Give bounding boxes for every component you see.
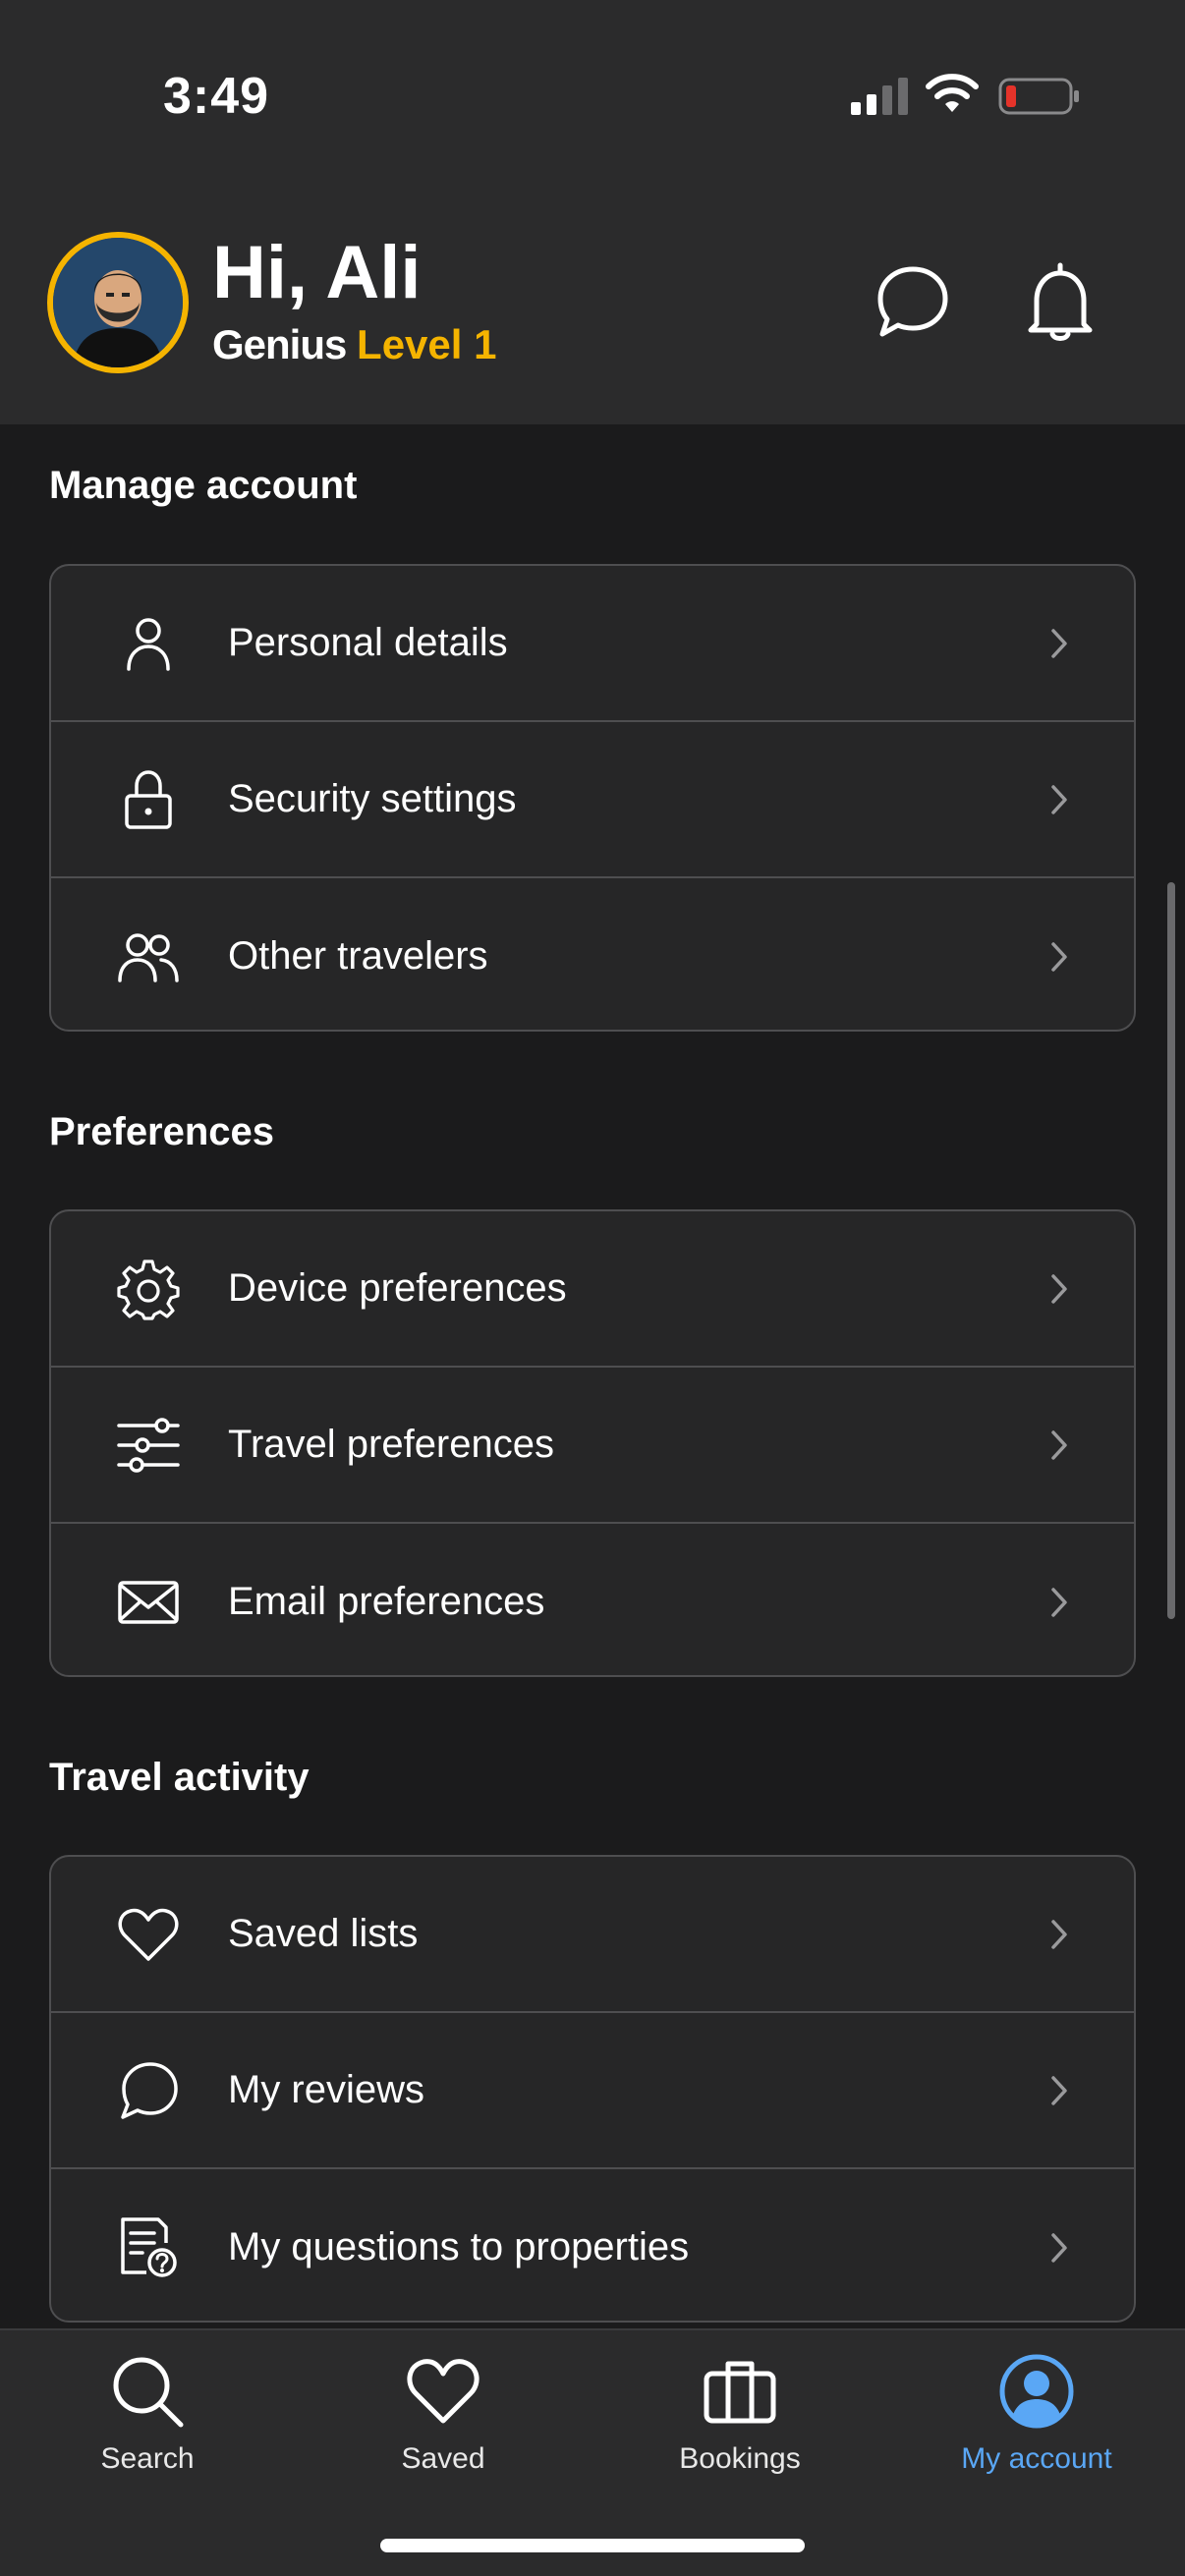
battery-icon — [998, 78, 1079, 115]
heart-icon — [118, 1908, 179, 1961]
chevron-right-icon — [1051, 1919, 1067, 1949]
briefcase-icon — [704, 2361, 776, 2424]
menu-item-my-reviews[interactable]: My reviews — [51, 2013, 1134, 2169]
home-indicator — [380, 2539, 805, 2552]
people-icon — [118, 932, 179, 982]
wifi-icon — [926, 74, 979, 112]
menu-item-label: Personal details — [228, 621, 508, 664]
menu-item-label: Other travelers — [228, 934, 488, 978]
avatar[interactable] — [47, 232, 189, 373]
menu-item-saved-lists[interactable]: Saved lists — [51, 1857, 1134, 2013]
scrollbar[interactable] — [1167, 882, 1175, 1619]
menu-item-label: Travel preferences — [228, 1423, 554, 1466]
tab-bookings[interactable]: Bookings — [592, 2352, 887, 2476]
tab-saved[interactable]: Saved — [296, 2352, 591, 2476]
tab-search[interactable]: Search — [0, 2352, 295, 2476]
person-icon — [127, 617, 170, 671]
travel-activity-card: Saved lists My reviews My questions to p… — [49, 1855, 1136, 2323]
manage-account-card: Personal details Security settings Other… — [49, 564, 1136, 1032]
menu-item-personal-details[interactable]: Personal details — [51, 566, 1134, 722]
status-time: 3:49 — [163, 68, 270, 125]
menu-item-device-preferences[interactable]: Device preferences — [51, 1211, 1134, 1368]
header: 3:49 Hi, Ali Genius Level 1 — [0, 0, 1185, 424]
question-document-icon — [121, 2216, 177, 2277]
chat-bubble-icon — [121, 2061, 178, 2119]
chevron-right-icon — [1051, 2232, 1067, 2263]
chevron-right-icon — [1051, 1587, 1067, 1617]
tab-label: Bookings — [679, 2442, 801, 2475]
search-icon — [113, 2357, 184, 2428]
chevron-right-icon — [1051, 784, 1067, 814]
section-title-manage-account: Manage account — [49, 464, 358, 507]
genius-label: Genius — [212, 321, 347, 367]
chevron-right-icon — [1051, 941, 1067, 972]
menu-item-other-travelers[interactable]: Other travelers — [51, 878, 1134, 1030]
account-icon — [999, 2354, 1074, 2429]
chevron-right-icon — [1051, 628, 1067, 658]
bell-icon — [1028, 262, 1093, 341]
chevron-right-icon — [1051, 1273, 1067, 1304]
tab-label: Saved — [401, 2442, 485, 2475]
chat-bubble-icon — [877, 266, 948, 337]
menu-item-security-settings[interactable]: Security settings — [51, 722, 1134, 878]
tab-label: My account — [961, 2442, 1112, 2475]
genius-level[interactable]: Genius Level 1 — [212, 320, 496, 369]
cellular-signal-icon — [851, 78, 908, 115]
chevron-right-icon — [1051, 1429, 1067, 1460]
menu-item-label: Security settings — [228, 777, 517, 820]
level-label: Level 1 — [357, 321, 497, 367]
section-title-travel-activity: Travel activity — [49, 1756, 310, 1799]
tab-label: Search — [100, 2442, 195, 2475]
menu-item-travel-preferences[interactable]: Travel preferences — [51, 1368, 1134, 1524]
section-title-preferences: Preferences — [49, 1110, 275, 1153]
gear-icon — [117, 1259, 180, 1320]
menu-item-label: Email preferences — [228, 1580, 545, 1623]
messages-button[interactable] — [869, 257, 957, 346]
envelope-icon — [118, 1580, 179, 1624]
avatar-image-icon — [53, 238, 183, 367]
greeting: Hi, Ali — [212, 231, 422, 314]
menu-item-label: Saved lists — [228, 1912, 419, 1955]
menu-item-email-preferences[interactable]: Email preferences — [51, 1524, 1134, 1675]
notifications-button[interactable] — [1016, 257, 1104, 346]
menu-item-label: My reviews — [228, 2068, 425, 2111]
tab-my-account[interactable]: My account — [889, 2352, 1184, 2476]
lock-icon — [125, 769, 172, 829]
heart-icon — [407, 2359, 480, 2424]
menu-item-label: My questions to properties — [228, 2225, 690, 2268]
chevron-right-icon — [1051, 2075, 1067, 2105]
menu-item-my-questions[interactable]: My questions to properties — [51, 2169, 1134, 2321]
sliders-icon — [117, 1417, 180, 1473]
preferences-card: Device preferences Travel preferences Em… — [49, 1209, 1136, 1677]
menu-item-label: Device preferences — [228, 1266, 567, 1310]
